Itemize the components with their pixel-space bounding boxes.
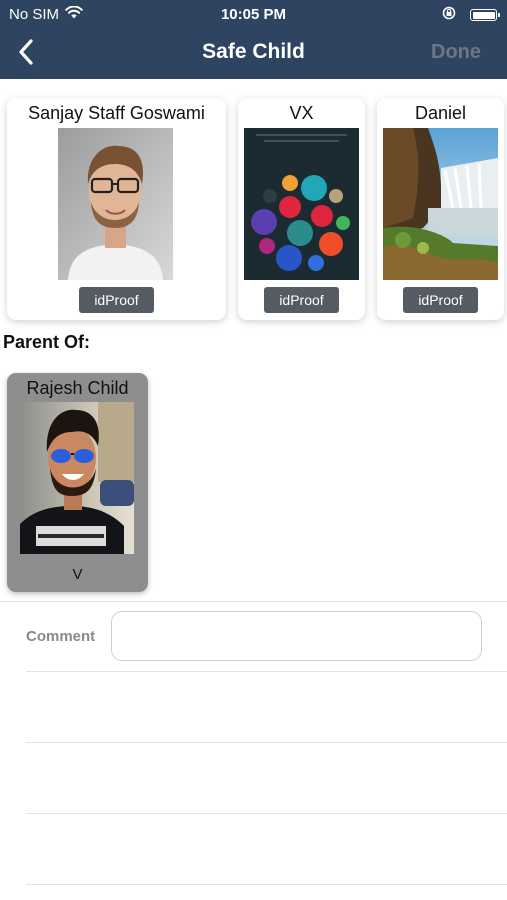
staff-name: Sanjay Staff Goswami [28, 103, 205, 123]
done-button[interactable]: Done [431, 41, 481, 64]
comment-input[interactable] [111, 611, 482, 661]
idproof-button[interactable]: idProof [79, 287, 154, 313]
status-time: 10:05 PM [220, 6, 287, 23]
section-title: Parent Of: [3, 332, 91, 352]
staff-photo [58, 128, 173, 280]
child-card[interactable]: Rajesh Child V [7, 373, 148, 592]
divider [26, 742, 507, 743]
comment-label: Comment [26, 628, 96, 645]
app-header: No SIM 10:05 PM Safe Child Done [0, 0, 507, 79]
staff-card-1[interactable]: Sanjay Staff Goswami idProof [7, 98, 226, 320]
status-right-group [442, 6, 500, 24]
staff-name: VX [289, 103, 314, 123]
child-label: V [72, 566, 83, 583]
child-photo [20, 402, 134, 554]
idproof-button[interactable]: idProof [403, 287, 478, 313]
orientation-lock-icon [442, 6, 456, 24]
staff-photo [383, 128, 498, 280]
child-name: Rajesh Child [26, 378, 129, 398]
divider [26, 813, 507, 814]
navigation-bar: Safe Child Done [0, 30, 507, 76]
divider [26, 884, 507, 885]
staff-name: Daniel [414, 103, 467, 123]
idproof-button[interactable]: idProof [264, 287, 339, 313]
status-bar: No SIM 10:05 PM [0, 0, 507, 28]
divider [0, 601, 507, 602]
staff-photo [244, 128, 359, 280]
staff-card-3[interactable]: Daniel idProof [377, 98, 504, 320]
staff-card-2[interactable]: VX idProof [238, 98, 365, 320]
divider [26, 671, 507, 672]
battery-icon [470, 9, 500, 21]
